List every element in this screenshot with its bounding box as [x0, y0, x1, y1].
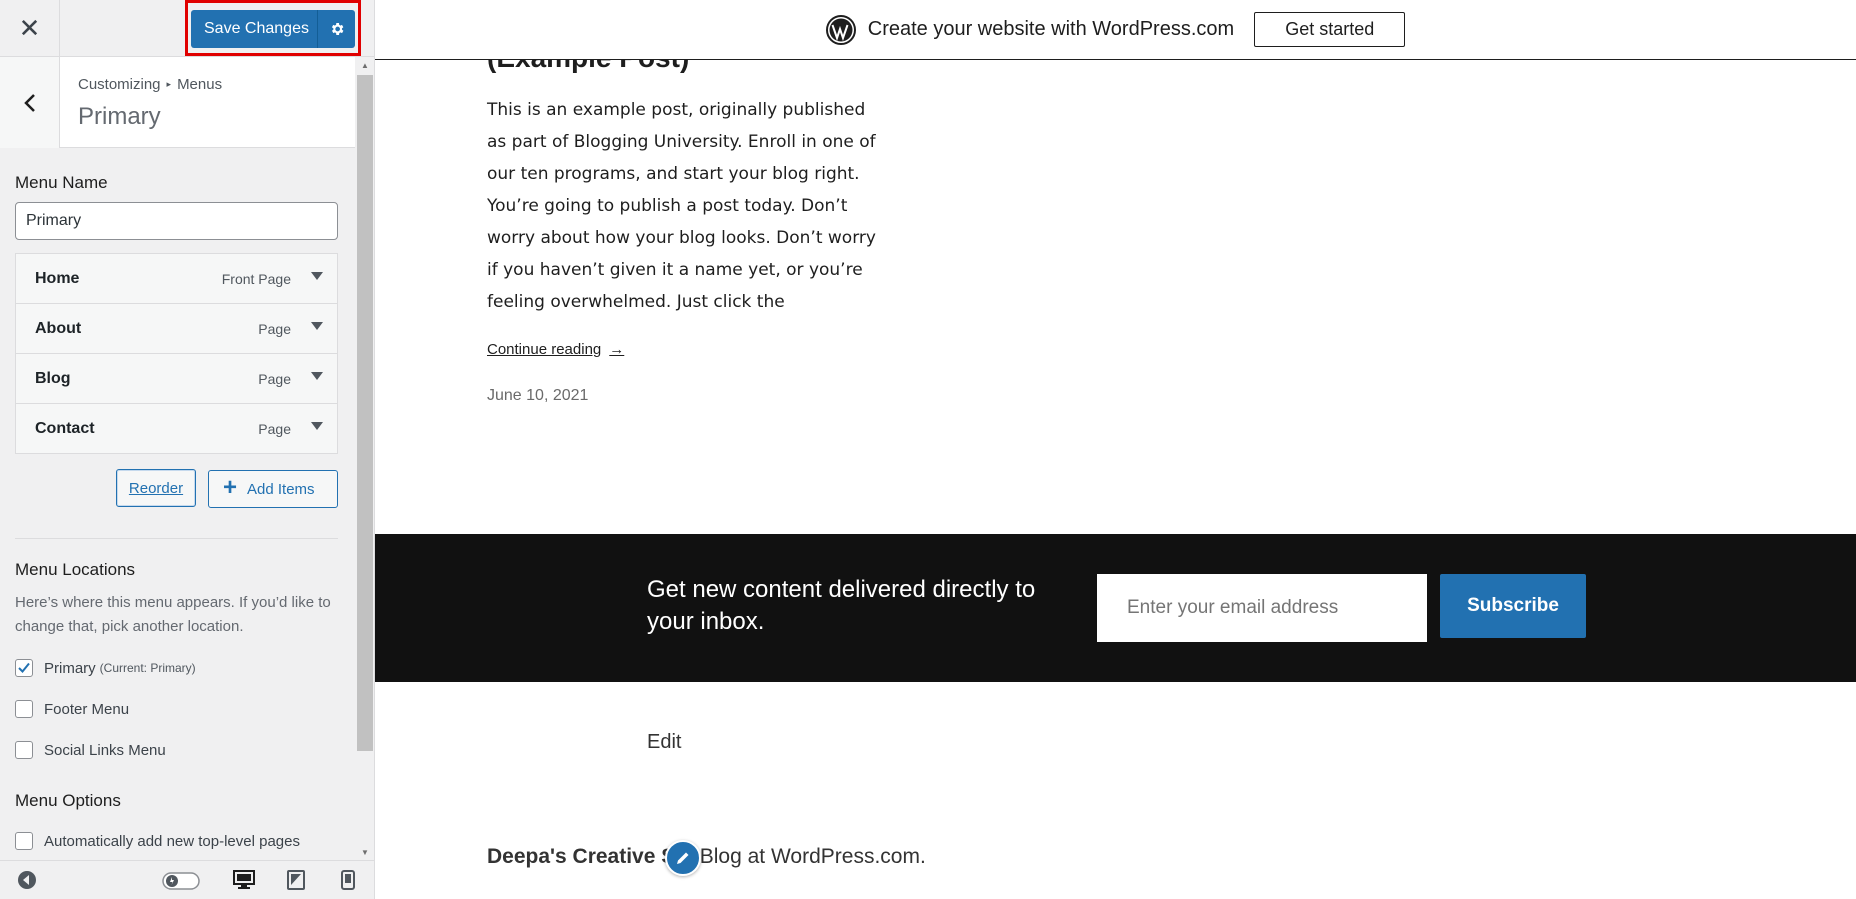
site-name-link[interactable]: Deepa's Creative Sp: [487, 845, 688, 868]
edit-link[interactable]: Edit: [647, 731, 681, 754]
scroll-up-arrow[interactable]: ▲: [355, 59, 374, 71]
menu-name-label: Menu Name: [15, 173, 108, 192]
continue-reading-label: Continue reading: [487, 341, 602, 358]
toggle-icon: [162, 872, 200, 890]
close-customizer-button[interactable]: ✕: [0, 0, 60, 57]
menu-item-type: Page: [258, 421, 291, 437]
scroll-thumb[interactable]: [357, 75, 373, 751]
breadcrumb-menus: Menus: [177, 76, 223, 93]
plus-icon: +: [223, 474, 238, 501]
post-excerpt: This is an example post, originally publ…: [487, 100, 876, 312]
menu-locations-description: Here’s where this menu appears. If you’d…: [15, 594, 331, 635]
back-button[interactable]: [0, 57, 60, 148]
location-footer-checkbox[interactable]: [15, 700, 33, 718]
subscribe-heading: Get new content delivered directly to yo…: [647, 576, 1036, 635]
expand-arrow-icon[interactable]: [311, 372, 323, 380]
wpcom-promo-text: Create your website with WordPress.com: [867, 18, 1235, 40]
sidebar-scrollbar[interactable]: ▲ ▼: [355, 57, 374, 860]
customizer-footer: [0, 860, 374, 899]
section-title: Primary: [78, 103, 161, 130]
expand-arrow-icon[interactable]: [311, 322, 323, 330]
divider: [15, 538, 338, 539]
expand-arrow-icon[interactable]: [311, 422, 323, 430]
subscribe-section: Get new content delivered directly to yo…: [375, 534, 1856, 682]
menu-item-blog[interactable]: Blog Page: [15, 353, 338, 404]
site-footer: Deepa's Creative Sp, Blog at WordPress.c…: [487, 845, 926, 869]
location-primary[interactable]: Primary (Current: Primary): [15, 659, 196, 677]
location-primary-checkbox[interactable]: [15, 659, 33, 677]
location-note: (Current: Primary): [99, 661, 196, 675]
checkmark-icon: [18, 662, 30, 673]
save-divider: [317, 10, 318, 48]
subscribe-button[interactable]: Subscribe: [1440, 574, 1586, 638]
post-date[interactable]: June 10, 2021: [487, 387, 588, 405]
arrow-right-icon: →: [609, 341, 625, 358]
auto-add-checkbox[interactable]: [15, 832, 33, 850]
menu-item-type: Front Page: [221, 271, 291, 287]
scroll-down-arrow[interactable]: ▼: [355, 846, 374, 858]
continue-reading-link[interactable]: Continue reading →: [487, 341, 624, 358]
customizer-header: ✕ Save Changes: [0, 0, 374, 57]
menu-item-title: Contact: [35, 420, 95, 437]
wordpress-logo-icon: [825, 14, 856, 45]
reorder-button[interactable]: Reorder: [116, 469, 196, 507]
site-preview: (Example Post) This is an example post, …: [375, 0, 1856, 899]
customizer-sidebar: ✕ Save Changes Customizing ▸ Menus Primary…: [0, 0, 375, 899]
close-icon: ✕: [18, 13, 41, 43]
save-changes-button[interactable]: Save Changes: [191, 10, 355, 48]
save-changes-label: Save Changes: [204, 20, 309, 37]
menu-item-home[interactable]: Home Front Page: [15, 253, 338, 304]
menu-item-contact[interactable]: Contact Page: [15, 403, 338, 454]
quick-toggle-button[interactable]: [162, 872, 200, 895]
auto-add-pages-option[interactable]: Automatically add new top-level pages: [15, 832, 300, 850]
menu-name-input[interactable]: [15, 202, 338, 240]
location-label: Primary: [44, 659, 96, 677]
menu-item-type: Page: [258, 321, 291, 337]
add-items-label: Add Items: [247, 480, 315, 498]
chevron-left-icon: [23, 93, 35, 112]
footer-credit[interactable]: , Blog at WordPress.com.: [688, 845, 926, 868]
add-items-button[interactable]: + Add Items: [208, 470, 338, 508]
location-social-checkbox[interactable]: [15, 741, 33, 759]
get-started-button[interactable]: Get started: [1254, 12, 1406, 47]
email-input[interactable]: [1097, 574, 1427, 642]
location-footer-menu[interactable]: Footer Menu: [15, 700, 129, 718]
auto-add-label: Automatically add new top-level pages: [44, 832, 300, 850]
breadcrumb: Customizing ▸ Menus: [78, 76, 222, 93]
mobile-icon: [341, 870, 355, 890]
location-label: Social Links Menu: [44, 741, 166, 759]
publish-settings-button[interactable]: [319, 10, 355, 48]
edit-shortcut-button[interactable]: [665, 840, 701, 876]
preview-tablet-button[interactable]: [287, 870, 305, 895]
tablet-icon: [287, 870, 305, 890]
preview-desktop-button[interactable]: [233, 870, 255, 895]
menu-item-title: About: [35, 320, 82, 337]
menu-item-type: Page: [258, 371, 291, 387]
menu-items-list: Home Front Page About Page Blog Page Con…: [15, 253, 338, 454]
collapse-icon: [18, 871, 36, 889]
menu-item-title: Blog: [35, 370, 71, 387]
menu-item-title: Home: [35, 270, 80, 287]
breadcrumb-separator: ▸: [166, 79, 172, 89]
menu-locations-heading: Menu Locations: [15, 560, 136, 579]
location-label: Footer Menu: [44, 700, 130, 718]
location-social-links-menu[interactable]: Social Links Menu: [15, 741, 166, 759]
section-header: Customizing ▸ Menus Primary: [0, 57, 355, 148]
breadcrumb-customizing: Customizing: [78, 76, 161, 93]
desktop-icon: [233, 870, 255, 889]
preview-mobile-button[interactable]: [341, 870, 355, 895]
menu-item-about[interactable]: About Page: [15, 303, 338, 354]
menu-options-heading: Menu Options: [15, 791, 121, 810]
gear-icon: [331, 23, 344, 35]
collapse-sidebar-button[interactable]: [17, 870, 37, 895]
pencil-icon: [677, 852, 689, 864]
expand-arrow-icon[interactable]: [311, 272, 323, 280]
wpcom-banner: Create your website with WordPress.com G…: [375, 0, 1856, 60]
